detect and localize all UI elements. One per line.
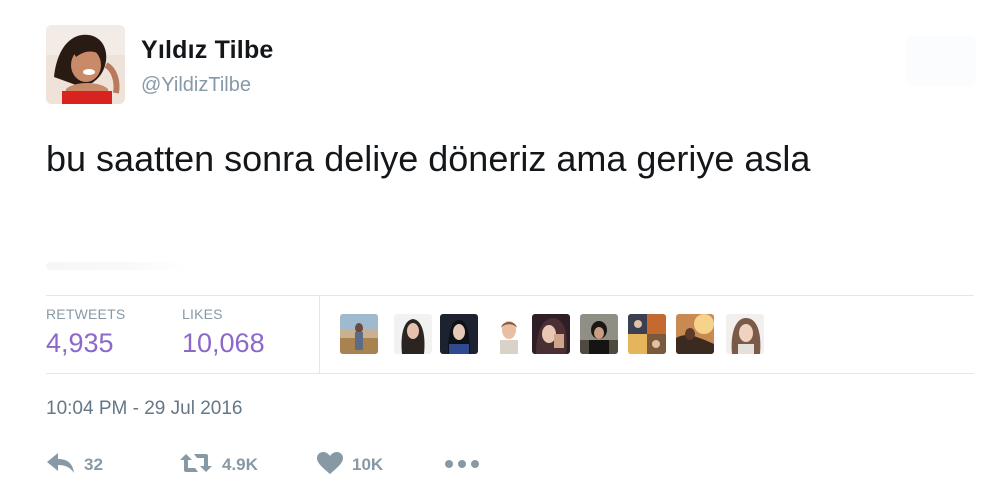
liker-avatar-8[interactable] (676, 314, 714, 354)
tweet-card: Yıldız Tilbe @YildizTilbe bu saatten son… (0, 0, 996, 498)
liker-avatar-2[interactable] (394, 314, 432, 354)
display-name[interactable]: Yıldız Tilbe (141, 36, 274, 65)
retweet-button[interactable]: 4.9K (178, 452, 258, 478)
likes-stat[interactable]: LIKES 10,068 (182, 306, 265, 359)
divider-top (46, 295, 974, 296)
retweets-count: 4,935 (46, 328, 114, 358)
follow-button-placeholder (906, 36, 976, 86)
liker-avatar-1[interactable] (340, 314, 378, 354)
liker-avatar-7[interactable] (628, 314, 666, 354)
reply-count: 32 (84, 455, 103, 474)
reply-icon (46, 452, 76, 479)
profile-avatar[interactable] (46, 25, 125, 104)
retweets-stat[interactable]: RETWEETS 4,935 (46, 306, 125, 359)
stats-divider (319, 296, 320, 373)
more-icon (444, 456, 480, 474)
liker-avatar-9[interactable] (726, 314, 764, 354)
profile-photo (46, 25, 125, 104)
reply-button[interactable]: 32 (46, 452, 103, 478)
retweets-label: RETWEETS (46, 306, 126, 322)
likes-count: 10,068 (182, 328, 265, 358)
more-options-button[interactable] (444, 452, 480, 478)
user-handle[interactable]: @YildizTilbe (141, 74, 251, 97)
faded-info-row (46, 262, 186, 270)
liker-avatar-3[interactable] (440, 314, 478, 354)
tweet-text: bu saatten sonra deliye döneriz ama geri… (46, 138, 811, 179)
like-button[interactable]: 10K (316, 451, 384, 480)
tweet-timestamp[interactable]: 10:04 PM - 29 Jul 2016 (46, 398, 242, 420)
retweet-icon (178, 452, 214, 479)
heart-icon (316, 451, 344, 480)
liker-avatar-4[interactable] (490, 314, 528, 354)
like-count: 10K (352, 455, 384, 474)
likes-label: LIKES (182, 306, 223, 322)
liker-avatar-6[interactable] (580, 314, 618, 354)
liker-avatar-5[interactable] (532, 314, 570, 354)
divider-bottom (46, 373, 974, 374)
retweet-count: 4.9K (222, 455, 258, 474)
